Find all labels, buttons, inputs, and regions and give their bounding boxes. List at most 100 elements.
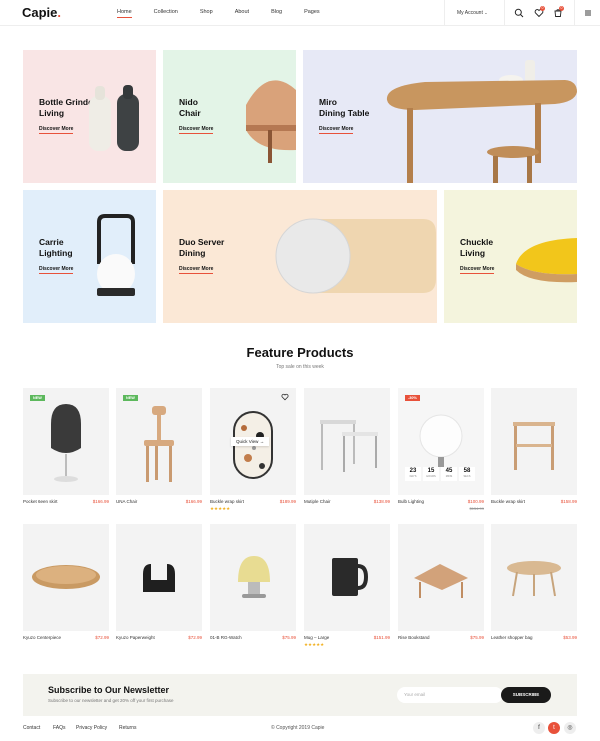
product-price: $138.99 bbox=[373, 499, 390, 504]
discover-more-link[interactable]: Discover More bbox=[39, 126, 74, 134]
category-card-miro-dining-table[interactable]: Miro Dining Table Discover More bbox=[303, 50, 577, 183]
menu-icon[interactable] bbox=[583, 8, 593, 18]
product-name[interactable]: Rise Bookstand bbox=[398, 635, 430, 640]
wooden-stool-image bbox=[513, 422, 555, 470]
email-input[interactable]: Your email bbox=[397, 687, 503, 703]
quick-view-button[interactable]: Quick View → bbox=[231, 437, 270, 446]
rating-stars: ★★★★★ bbox=[210, 506, 231, 511]
category-card-nido-chair[interactable]: Nido Chair Discover More bbox=[163, 50, 296, 183]
product-card[interactable]: Quick View → Buckle wrap skirt $189.99 ★… bbox=[210, 388, 296, 511]
category-title: Duo Server Dining bbox=[179, 237, 225, 258]
product-name[interactable]: Buckle wrap skirt bbox=[210, 499, 244, 504]
arrow-right-icon: → bbox=[259, 439, 265, 444]
discover-more-link[interactable]: Discover More bbox=[179, 266, 214, 274]
facebook-icon[interactable]: f bbox=[533, 722, 545, 734]
product-image[interactable]: Quick View → bbox=[210, 388, 296, 495]
category-card-bottle-grinder[interactable]: Bottle Grinder Living Discover More bbox=[23, 50, 156, 183]
product-image[interactable]: -30% 23 DAYS 15 HOURS 45 MINS 58 SECS bbox=[398, 388, 484, 495]
product-image[interactable] bbox=[210, 524, 296, 631]
product-card[interactable]: Rise Bookstand $75.99 bbox=[398, 524, 484, 640]
product-image[interactable] bbox=[398, 524, 484, 631]
product-card[interactable]: Buckle wrap skirt $158.99 bbox=[491, 388, 577, 504]
nav-blog[interactable]: Blog bbox=[271, 9, 282, 15]
product-name[interactable]: Mutiple Chair bbox=[304, 499, 331, 504]
main-nav: Home Collection Shop About Blog Pages bbox=[117, 9, 342, 18]
product-image[interactable] bbox=[23, 524, 109, 631]
product-card[interactable]: NEW Pocket 6een skirt $166.99 bbox=[23, 388, 109, 504]
server-board-image bbox=[275, 218, 436, 294]
nav-collection[interactable]: Collection bbox=[154, 9, 178, 15]
product-image[interactable] bbox=[304, 388, 390, 495]
nav-home[interactable]: Home bbox=[117, 9, 132, 18]
product-card[interactable]: Mutiple Chair $138.99 bbox=[304, 388, 390, 504]
product-card[interactable]: Mug – Large $151.99 ★★★★★ bbox=[304, 524, 390, 647]
lamp-image bbox=[97, 214, 135, 296]
nav-pages[interactable]: Pages bbox=[304, 9, 320, 15]
discover-more-link[interactable]: Discover More bbox=[179, 126, 214, 134]
product-card[interactable]: Kyuzo Paperweight $72.99 bbox=[116, 524, 202, 640]
product-price: $75.99 bbox=[470, 635, 484, 640]
product-price: $151.99 bbox=[373, 635, 390, 640]
product-price: $158.99 bbox=[560, 499, 577, 504]
product-image[interactable]: NEW bbox=[116, 388, 202, 495]
my-account-menu[interactable]: My Account ⌄ bbox=[457, 10, 488, 16]
product-card[interactable]: 01-B RG-Watch $75.99 bbox=[210, 524, 296, 640]
dining-table-image bbox=[386, 60, 577, 183]
twitter-icon[interactable]: t bbox=[548, 722, 560, 734]
countdown-days: 23 DAYS bbox=[405, 467, 421, 481]
category-title: Carrie Lighting bbox=[39, 237, 73, 258]
category-card-chuckle-living[interactable]: Chuckle Living Discover More bbox=[444, 190, 577, 323]
nav-about[interactable]: About bbox=[235, 9, 249, 15]
product-card[interactable]: Leather shopper bag $53.99 bbox=[491, 524, 577, 640]
logo[interactable]: Capie. bbox=[22, 5, 61, 20]
product-image[interactable] bbox=[304, 524, 390, 631]
search-icon[interactable] bbox=[514, 8, 524, 18]
product-name[interactable]: Pocket 6een skirt bbox=[23, 499, 58, 504]
heart-icon[interactable] bbox=[281, 393, 289, 401]
old-price: $154.99 bbox=[469, 506, 484, 511]
product-name[interactable]: Leather shopper bag bbox=[491, 635, 533, 640]
category-card-carrie-lighting[interactable]: Carrie Lighting Discover More bbox=[23, 190, 156, 323]
category-title: Chuckle Living bbox=[460, 237, 494, 258]
discover-more-link[interactable]: Discover More bbox=[39, 266, 74, 274]
product-name[interactable]: UNA Chair bbox=[116, 499, 137, 504]
product-price: $72.99 bbox=[95, 635, 109, 640]
product-price: $75.99 bbox=[282, 635, 296, 640]
product-image[interactable] bbox=[491, 524, 577, 631]
product-name[interactable]: Mug – Large bbox=[304, 635, 329, 640]
product-name[interactable]: Buckle wrap skirt bbox=[491, 499, 525, 504]
discover-more-link[interactable]: Discover More bbox=[319, 126, 354, 134]
product-card[interactable]: Kyuzo Centerpiece $72.99 bbox=[23, 524, 109, 640]
instagram-icon[interactable]: ◎ bbox=[564, 722, 576, 734]
section-title: Feature Products bbox=[246, 345, 354, 360]
product-image[interactable] bbox=[491, 388, 577, 495]
divider bbox=[504, 0, 505, 26]
category-title: Nido Chair bbox=[179, 97, 201, 118]
product-price: $189.99 bbox=[279, 499, 296, 504]
subscribe-button[interactable]: SUBSCRIBE bbox=[501, 687, 551, 703]
product-price: $166.99 bbox=[185, 499, 202, 504]
product-name[interactable]: Kyuzo Centerpiece bbox=[23, 635, 61, 640]
countdown-mins: 45 MINS bbox=[441, 467, 457, 481]
product-image[interactable]: NEW bbox=[23, 388, 109, 495]
product-name[interactable]: Bulb Lighting bbox=[398, 499, 424, 504]
footer-link-faqs[interactable]: FAQs bbox=[53, 725, 66, 731]
chevron-down-icon: ⌄ bbox=[484, 10, 488, 15]
product-name[interactable]: 01-B RG-Watch bbox=[210, 635, 242, 640]
helmet-lamp-image bbox=[51, 404, 81, 482]
product-name[interactable]: Kyuzo Paperweight bbox=[116, 635, 155, 640]
product-card[interactable]: NEW UNA Chair $166.99 bbox=[116, 388, 202, 504]
una-chair-image bbox=[144, 406, 174, 482]
section-subtitle: Top sale on this week bbox=[276, 364, 324, 370]
nav-shop[interactable]: Shop bbox=[200, 9, 213, 15]
footer-link-returns[interactable]: Returns bbox=[119, 725, 137, 731]
product-image[interactable] bbox=[116, 524, 202, 631]
footer-link-privacy[interactable]: Privacy Policy bbox=[76, 725, 107, 731]
discover-more-link[interactable]: Discover More bbox=[460, 266, 495, 274]
new-badge: NEW bbox=[30, 395, 45, 401]
discount-badge: -30% bbox=[405, 395, 420, 401]
site-footer: Contact FAQs Privacy Policy Returns © Co… bbox=[0, 722, 600, 738]
product-card[interactable]: -30% 23 DAYS 15 HOURS 45 MINS 58 SECS Bulb L… bbox=[398, 388, 484, 511]
category-card-duo-server-dining[interactable]: Duo Server Dining Discover More bbox=[163, 190, 437, 323]
footer-link-contact[interactable]: Contact bbox=[23, 725, 40, 731]
